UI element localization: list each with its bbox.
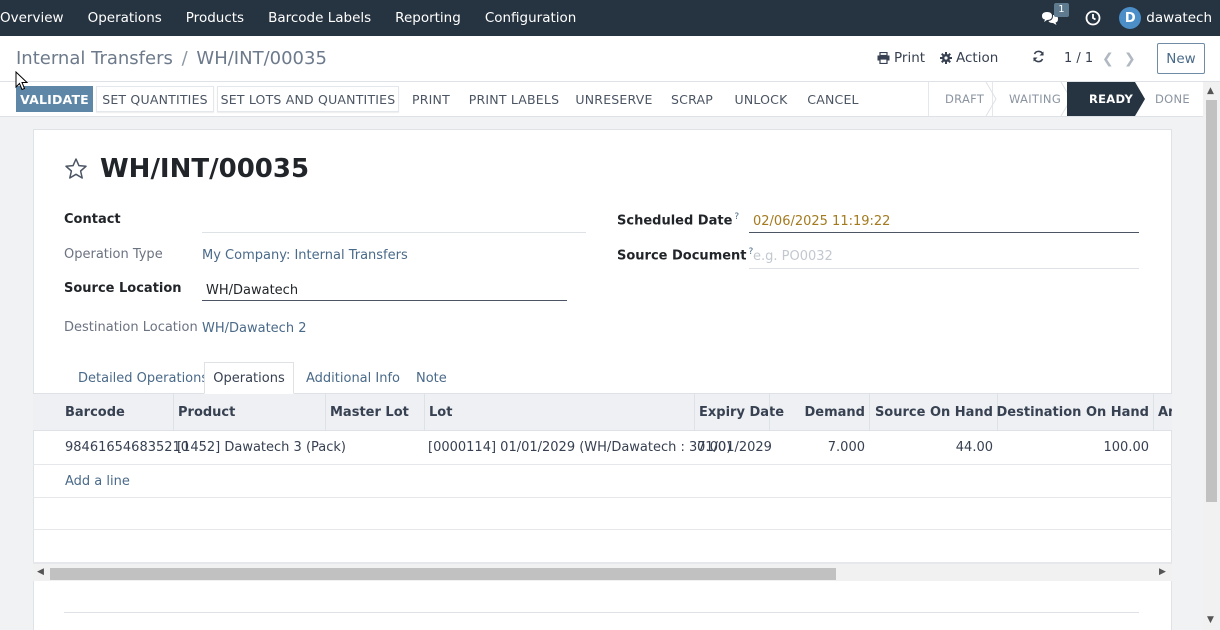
pager-previous-icon[interactable]: ❮ <box>1102 51 1114 67</box>
horizontal-scroll-thumb[interactable] <box>50 568 836 580</box>
cell-product: [1452] Dawatech 3 (Pack) <box>177 440 346 455</box>
scheduled-date-label: Scheduled Date? <box>617 212 740 229</box>
breadcrumb-separator: / <box>181 48 188 69</box>
breadcrumb: Internal Transfers / WH/INT/00035 <box>16 48 327 69</box>
scheduled-date-underline <box>749 232 1139 233</box>
tab-detailed-operations[interactable]: Detailed Operations <box>78 362 208 394</box>
source-location-underline <box>202 300 567 301</box>
cell-lot: [0000114] 01/01/2029 (WH/Dawatech : 37.0… <box>428 440 732 455</box>
col-source-on-hand[interactable]: Source On Hand <box>869 394 997 430</box>
scroll-up-icon[interactable]: ▲ <box>1207 86 1214 96</box>
menu-operations[interactable]: Operations <box>76 0 174 36</box>
scheduled-date-help-icon[interactable]: ? <box>734 212 739 222</box>
menu-products[interactable]: Products <box>174 0 256 36</box>
tab-operations[interactable]: Operations <box>204 362 294 394</box>
pager-next-icon[interactable]: ❯ <box>1124 51 1136 67</box>
operations-table: Barcode Product Master Lot Lot Expiry Da… <box>33 393 1172 583</box>
mouse-cursor-icon <box>15 71 29 91</box>
scroll-down-icon[interactable]: ▼ <box>1207 615 1214 625</box>
vertical-scrollbar[interactable]: ▲ ▼ <box>1203 82 1220 630</box>
navbar-systray: 1 D dawatech <box>1039 0 1220 36</box>
new-record-button[interactable]: New <box>1157 43 1205 74</box>
pager-value[interactable]: 1 / 1 <box>1064 51 1093 66</box>
operation-type-value[interactable]: My Company: Internal Transfers <box>202 248 408 263</box>
scrap-button[interactable]: SCRAP <box>664 86 720 112</box>
contact-field-underline <box>202 232 586 233</box>
operation-type-label: Operation Type <box>64 247 163 262</box>
add-line-link[interactable]: Add a line <box>65 465 130 497</box>
tab-additional-info[interactable]: Additional Info <box>306 362 400 394</box>
unlock-button[interactable]: UNLOCK <box>727 86 795 112</box>
col-amount[interactable]: Am <box>1153 394 1172 430</box>
col-master-lot[interactable]: Master Lot <box>325 394 424 430</box>
print-menu-button[interactable]: Print <box>877 50 925 66</box>
cell-demand: 7.000 <box>827 440 865 455</box>
breadcrumb-current: WH/INT/00035 <box>196 48 327 69</box>
source-location-field[interactable]: WH/Dawatech <box>206 283 298 298</box>
destination-location-label: Destination Location <box>64 320 198 335</box>
col-lot[interactable]: Lot <box>424 394 694 430</box>
record-title: WH/INT/00035 <box>100 154 310 184</box>
table-header: Barcode Product Master Lot Lot Expiry Da… <box>33 393 1172 431</box>
main-menu: Overview Operations Products Barcode Lab… <box>0 0 588 36</box>
print-labels-button[interactable]: PRINT LABELS <box>464 86 564 112</box>
section-divider <box>64 612 1139 613</box>
action-bar: VALIDATE SET QUANTITIES SET LOTS AND QUA… <box>0 82 1220 117</box>
set-lots-quantities-button[interactable]: SET LOTS AND QUANTITIES <box>217 86 399 112</box>
action-menu-button[interactable]: Action <box>940 50 998 66</box>
source-document-underline <box>749 268 1139 269</box>
source-document-field[interactable]: e.g. PO0032 <box>753 249 833 264</box>
source-document-label: Source Document? <box>617 247 754 264</box>
cell-destination-on-hand: 100.00 <box>1103 440 1150 455</box>
vertical-scroll-thumb[interactable] <box>1206 100 1217 502</box>
menu-overview[interactable]: Overview <box>0 0 76 36</box>
col-demand[interactable]: Demand <box>769 394 869 430</box>
source-location-label: Source Location <box>64 281 182 296</box>
print-menu-label: Print <box>894 50 926 66</box>
printer-icon <box>877 52 890 64</box>
chat-count-badge: 1 <box>1054 3 1069 17</box>
top-navbar: Overview Operations Products Barcode Lab… <box>0 0 1220 36</box>
user-name[interactable]: dawatech <box>1146 10 1212 26</box>
tab-note[interactable]: Note <box>416 362 447 394</box>
status-arrows <box>985 82 1145 116</box>
col-destination-on-hand[interactable]: Destination On Hand <box>997 394 1153 430</box>
col-expiry-date[interactable]: Expiry Date <box>694 394 784 430</box>
empty-row <box>33 530 1172 563</box>
cell-source-on-hand: 44.00 <box>955 440 993 455</box>
action-menu-label: Action <box>956 50 999 66</box>
contact-label: Contact <box>64 212 121 227</box>
record-title-row: WH/INT/00035 <box>64 154 309 184</box>
col-barcode[interactable]: Barcode <box>33 394 173 430</box>
horizontal-scrollbar[interactable]: ◀ ▶ <box>33 563 1172 581</box>
breadcrumb-parent[interactable]: Internal Transfers <box>16 48 173 69</box>
gear-icon <box>940 52 952 64</box>
empty-row <box>33 498 1172 530</box>
cancel-button[interactable]: CANCEL <box>801 86 865 112</box>
set-quantities-button[interactable]: SET QUANTITIES <box>96 86 214 112</box>
col-product[interactable]: Product <box>173 394 325 430</box>
activity-clock-icon[interactable] <box>1085 10 1101 26</box>
menu-barcode-labels[interactable]: Barcode Labels <box>256 0 383 36</box>
scroll-left-icon[interactable]: ◀ <box>37 567 44 577</box>
cell-barcode: 984616546835210 <box>65 440 190 455</box>
messages-button[interactable]: 1 <box>1039 3 1069 28</box>
cell-expiry-date: 01/01/2029 <box>697 440 772 455</box>
print-button[interactable]: PRINT <box>404 86 458 112</box>
add-line-row: Add a line <box>33 465 1172 498</box>
menu-configuration[interactable]: Configuration <box>473 0 589 36</box>
unreserve-button[interactable]: UNRESERVE <box>570 86 658 112</box>
scheduled-date-field[interactable]: 02/06/2025 11:19:22 <box>753 214 890 229</box>
destination-location-value[interactable]: WH/Dawatech 2 <box>202 321 306 336</box>
menu-reporting[interactable]: Reporting <box>383 0 473 36</box>
table-row[interactable]: 984616546835210 [1452] Dawatech 3 (Pack)… <box>33 431 1172 465</box>
star-icon[interactable] <box>64 157 88 181</box>
control-panel: Internal Transfers / WH/INT/00035 Print … <box>0 36 1220 82</box>
user-avatar[interactable]: D <box>1119 7 1142 29</box>
refresh-icon[interactable] <box>1032 50 1045 67</box>
scroll-right-icon[interactable]: ▶ <box>1159 567 1166 577</box>
